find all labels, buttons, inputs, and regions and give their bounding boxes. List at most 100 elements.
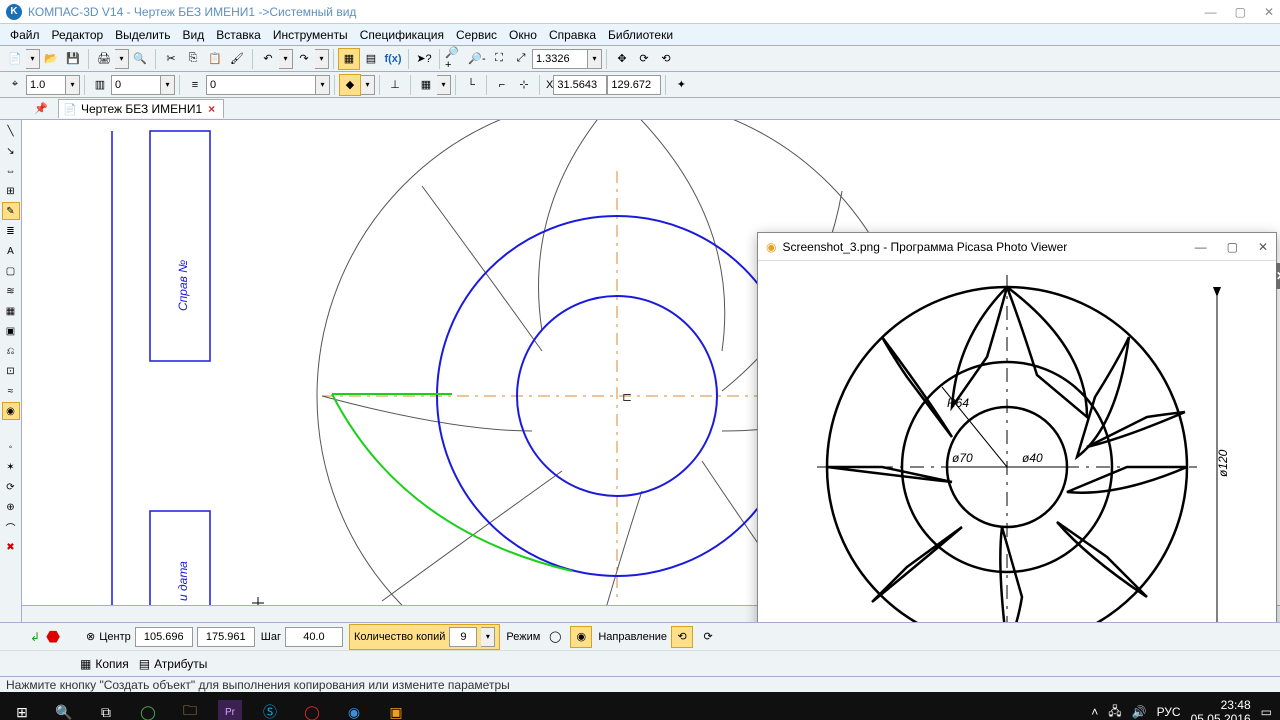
premiere-icon[interactable]: Pr xyxy=(218,700,242,720)
taskview-icon[interactable]: ⧉ xyxy=(92,698,120,720)
cut-icon[interactable]: ✂ xyxy=(160,48,182,70)
minimize-btn[interactable]: — xyxy=(1205,5,1217,19)
menu-help[interactable]: Справка xyxy=(543,26,602,44)
tray-up-icon[interactable]: ˄ xyxy=(1091,705,1098,719)
drawing-canvas[interactable]: Справ № и дата ⊏ xyxy=(22,120,1280,622)
picasa-close[interactable]: ✕ xyxy=(1258,240,1268,254)
zoomwin-icon[interactable]: ⛶ xyxy=(488,48,510,70)
picasa-titlebar[interactable]: ◉ Screenshot_3.png - Программа Picasa Ph… xyxy=(758,233,1276,261)
sb-tree-icon[interactable]: ⎌ xyxy=(2,342,20,360)
menu-view[interactable]: Вид xyxy=(177,26,211,44)
misc-icon[interactable]: ✦ xyxy=(670,74,692,96)
center-x[interactable] xyxy=(135,627,193,647)
zoomout-icon[interactable]: 🔎- xyxy=(466,48,488,70)
style-dd[interactable]: ▾ xyxy=(316,75,330,95)
center-y[interactable] xyxy=(197,627,255,647)
grid-icon[interactable]: ▦ xyxy=(415,74,437,96)
brush-icon[interactable]: 🖌 xyxy=(226,48,248,70)
open-icon[interactable]: 📂 xyxy=(40,48,62,70)
menu-tools[interactable]: Инструменты xyxy=(267,26,354,44)
refresh-icon[interactable]: ⟲ xyxy=(655,48,677,70)
menu-editor[interactable]: Редактор xyxy=(46,26,110,44)
menu-spec[interactable]: Спецификация xyxy=(354,26,450,44)
ssA-icon[interactable]: ⊥ xyxy=(384,74,406,96)
new-icon[interactable]: 📄 xyxy=(4,48,26,70)
cx-input[interactable] xyxy=(553,75,607,95)
tray-clock[interactable]: 23:4805.05.2016 xyxy=(1191,698,1251,720)
paste-icon[interactable]: 📋 xyxy=(204,48,226,70)
sb-dim-icon[interactable]: ⇔ xyxy=(2,162,20,180)
save-icon[interactable]: 💾 xyxy=(62,48,84,70)
redo-dd[interactable]: ▾ xyxy=(315,49,329,69)
tab-pin-icon[interactable]: 📌 xyxy=(30,98,52,120)
subtab-copy[interactable]: ▦ Копия xyxy=(80,657,129,671)
zoomall-icon[interactable]: ⤢ xyxy=(510,48,532,70)
sb-edit-icon[interactable]: ✎ xyxy=(2,202,20,220)
layer-icon[interactable]: ▥ xyxy=(89,74,111,96)
doc-tab[interactable]: Чертеж БЕЗ ИМЕНИ1 × xyxy=(58,99,224,118)
sb-a-icon[interactable]: A xyxy=(2,242,20,260)
mode-b-icon[interactable]: ◉ xyxy=(570,626,592,648)
sb-arrow-icon[interactable]: ↘ xyxy=(2,142,20,160)
cy-input[interactable] xyxy=(607,75,661,95)
mode-a-icon[interactable]: ◯ xyxy=(544,626,566,648)
zoomin-icon[interactable]: 🔎+ xyxy=(444,48,466,70)
sb-line-icon[interactable]: ╲ xyxy=(2,122,20,140)
prop-stop-icon[interactable]: ⬣ xyxy=(46,627,60,647)
snap-icon[interactable]: ⌖ xyxy=(4,74,26,96)
style-input[interactable] xyxy=(206,75,316,95)
tray-lang[interactable]: РУС xyxy=(1157,705,1181,719)
menu-libs[interactable]: Библиотеки xyxy=(602,26,679,44)
picasa-task-icon[interactable]: ▣ xyxy=(382,698,410,720)
subtab-attrs[interactable]: ▤ Атрибуты xyxy=(139,657,208,671)
sb-array-icon[interactable]: ◉ xyxy=(2,402,20,420)
kompas-task-icon[interactable]: ◉ xyxy=(340,698,368,720)
explorer-icon[interactable]: 🗀 xyxy=(176,698,204,720)
redo-icon[interactable]: ↷ xyxy=(293,48,315,70)
sb-box-icon[interactable]: ▢ xyxy=(2,262,20,280)
menu-file[interactable]: Файл xyxy=(4,26,46,44)
tray-notif-icon[interactable]: ▭ xyxy=(1261,705,1272,719)
layer-input[interactable] xyxy=(111,75,161,95)
menu-insert[interactable]: Вставка xyxy=(210,26,267,44)
zoom-input[interactable] xyxy=(532,49,588,69)
sb-param-icon[interactable]: ≣ xyxy=(2,222,20,240)
sb-sign-icon[interactable]: ≋ xyxy=(2,282,20,300)
sb-block-icon[interactable]: ▣ xyxy=(2,322,20,340)
sb-c1-icon[interactable]: ◦ xyxy=(2,438,20,456)
step-dd[interactable]: ▾ xyxy=(66,75,80,95)
hatch-dd[interactable]: ▾ xyxy=(361,75,375,95)
step-val[interactable] xyxy=(285,627,343,647)
prop-check-icon[interactable]: ↲ xyxy=(30,630,40,644)
sb-tol-icon[interactable]: ⊡ xyxy=(2,362,20,380)
search-icon[interactable]: 🔍 xyxy=(50,698,78,720)
menu-select[interactable]: Выделить xyxy=(109,26,176,44)
fx-icon[interactable]: f(x) xyxy=(382,48,404,70)
ortho-icon[interactable]: └ xyxy=(460,74,482,96)
sb-c6-icon[interactable]: ✖ xyxy=(2,538,20,556)
sb-c5-icon[interactable]: ⌒ xyxy=(2,518,20,536)
undo-icon[interactable]: ↶ xyxy=(257,48,279,70)
sb-c2-icon[interactable]: ✶ xyxy=(2,458,20,476)
grid-dd[interactable]: ▾ xyxy=(437,75,451,95)
sb-c4-icon[interactable]: ⊕ xyxy=(2,498,20,516)
tbB-icon[interactable]: ▤ xyxy=(360,48,382,70)
copies-val[interactable] xyxy=(449,627,477,647)
round-icon[interactable]: ⌐ xyxy=(491,74,513,96)
pan-icon[interactable]: ✥ xyxy=(611,48,633,70)
copy-icon[interactable]: ⎘ xyxy=(182,48,204,70)
sb-c3-icon[interactable]: ⟳ xyxy=(2,478,20,496)
maximize-btn[interactable]: ▢ xyxy=(1235,5,1246,19)
chrome-icon[interactable]: ◯ xyxy=(134,698,162,720)
menu-window[interactable]: Окно xyxy=(503,26,543,44)
sb-grid-icon[interactable]: ▦ xyxy=(2,302,20,320)
doc-tab-close[interactable]: × xyxy=(208,102,215,116)
cursor-icon[interactable]: ➤? xyxy=(413,48,435,70)
sb-weld-icon[interactable]: ≈ xyxy=(2,382,20,400)
hatch-icon[interactable]: ◆ xyxy=(339,74,361,96)
coord-icon[interactable]: ⊹ xyxy=(513,74,535,96)
style-icon[interactable]: ≡ xyxy=(184,74,206,96)
tray-vol-icon[interactable]: 🔊 xyxy=(1132,705,1147,719)
dir-ccw-icon[interactable]: ⟲ xyxy=(671,626,693,648)
tray-net-icon[interactable]: 🖧 xyxy=(1108,702,1121,720)
